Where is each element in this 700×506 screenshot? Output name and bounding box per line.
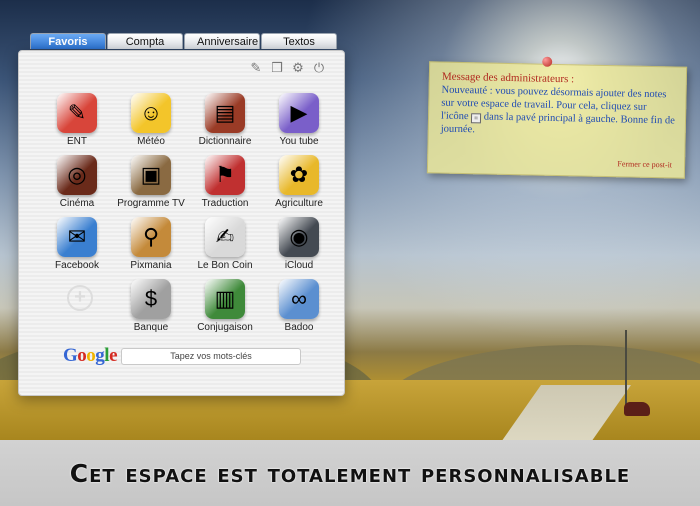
- youtube-icon: ▶: [279, 93, 319, 133]
- app-shortcut-programme-tv[interactable]: ▣ Programme TV: [115, 155, 187, 209]
- google-logo: Google: [63, 345, 117, 366]
- app-label: Programme TV: [117, 198, 185, 209]
- notes-icon[interactable]: ✎: [249, 61, 263, 75]
- coins-icon: $: [131, 279, 171, 319]
- app-label: Agriculture: [275, 198, 323, 209]
- app-shortcut-icloud[interactable]: ◉ iCloud: [263, 217, 335, 271]
- google-search-bar: Google: [63, 345, 301, 367]
- chain-link-icon: ∞: [279, 279, 319, 319]
- app-label: Conjugaison: [197, 322, 253, 333]
- app-shortcut-traduction[interactable]: ⚑ Traduction: [189, 155, 261, 209]
- app-shortcut-badoo[interactable]: ∞ Badoo: [263, 279, 335, 333]
- background-pole: [625, 330, 627, 405]
- flags-icon: ⚑: [205, 155, 245, 195]
- tab-favoris[interactable]: Favoris: [30, 33, 106, 49]
- tab-compta[interactable]: Compta: [107, 33, 183, 49]
- promo-banner: Cet espace est totalement personnalisabl…: [0, 440, 700, 506]
- favorites-panel: ✎ ❒ ⚙ ⏻ ✎ ENT ☺ Météo ▤ Dictionnaire ▶ You tube…: [18, 50, 345, 396]
- app-label: Cinéma: [59, 198, 95, 209]
- app-label: ENT: [67, 136, 87, 147]
- app-label: Badoo: [284, 322, 314, 333]
- app-shortcut-le-bon-coin[interactable]: ✍ Le Bon Coin: [189, 217, 261, 271]
- facebook-icon: ✉: [57, 217, 97, 257]
- gear-icon[interactable]: ⚙: [291, 61, 305, 75]
- app-label: Dictionnaire: [198, 136, 252, 147]
- tv-icon: ▣: [131, 155, 171, 195]
- tab-textos[interactable]: Textos: [261, 33, 337, 49]
- power-icon[interactable]: ⏻: [312, 61, 326, 75]
- app-label: iCloud: [284, 260, 314, 271]
- weather-icon: ☺: [131, 93, 171, 133]
- ent-icon: ✎: [57, 93, 97, 133]
- search-input[interactable]: [121, 347, 301, 365]
- books-icon: ▤: [205, 93, 245, 133]
- app-shortcut-facebook[interactable]: ✉ Facebook: [41, 217, 113, 271]
- notes-icon: ≡: [471, 113, 482, 124]
- book-icon: ▥: [205, 279, 245, 319]
- app-shortcut-banque[interactable]: $ Banque: [115, 279, 187, 333]
- app-shortcut-pixmania[interactable]: ⚲ Pixmania: [115, 217, 187, 271]
- close-postit-link[interactable]: Fermer ce post-it: [617, 159, 672, 169]
- add-shortcut-button[interactable]: +: [67, 285, 93, 311]
- app-label: Facebook: [55, 260, 99, 271]
- postit-message: Nouveauté : vous pouvez désormais ajoute…: [440, 84, 675, 136]
- banner-text: Cet espace est totalement personnalisabl…: [69, 458, 631, 488]
- admin-postit: Message des administrateurs : Nouveauté …: [426, 56, 688, 179]
- app-shortcut-cin-ma[interactable]: ◎ Cinéma: [41, 155, 113, 209]
- background-car: [624, 402, 650, 416]
- tab-bar: Favoris Compta Anniversaire Textos: [30, 33, 337, 49]
- app-label: Banque: [133, 322, 169, 333]
- camera-icon: ◉: [279, 217, 319, 257]
- app-shortcut-conjugaison[interactable]: ▥ Conjugaison: [189, 279, 261, 333]
- app-label: Le Bon Coin: [197, 260, 253, 271]
- magnifier-icon: ⚲: [131, 217, 171, 257]
- scroll-icon[interactable]: ❒: [270, 61, 284, 75]
- film-reel-icon: ◎: [57, 155, 97, 195]
- app-label: Traduction: [201, 198, 249, 209]
- app-shortcut-dictionnaire[interactable]: ▤ Dictionnaire: [189, 93, 261, 147]
- panel-toolbar: ✎ ❒ ⚙ ⏻: [249, 61, 326, 75]
- app-label: Pixmania: [130, 260, 172, 271]
- app-label: You tube: [279, 136, 319, 147]
- app-shortcut-ent[interactable]: ✎ ENT: [41, 93, 113, 147]
- app-shortcut-you-tube[interactable]: ▶ You tube: [263, 93, 335, 147]
- document-pen-icon: ✍: [205, 217, 245, 257]
- app-shortcut-m-t-o[interactable]: ☺ Météo: [115, 93, 187, 147]
- app-shortcut-agriculture[interactable]: ✿ Agriculture: [263, 155, 335, 209]
- app-label: Météo: [137, 136, 165, 147]
- bee-icon: ✿: [279, 155, 319, 195]
- tab-anniversaire[interactable]: Anniversaire: [184, 33, 260, 49]
- pin-icon: [542, 56, 553, 67]
